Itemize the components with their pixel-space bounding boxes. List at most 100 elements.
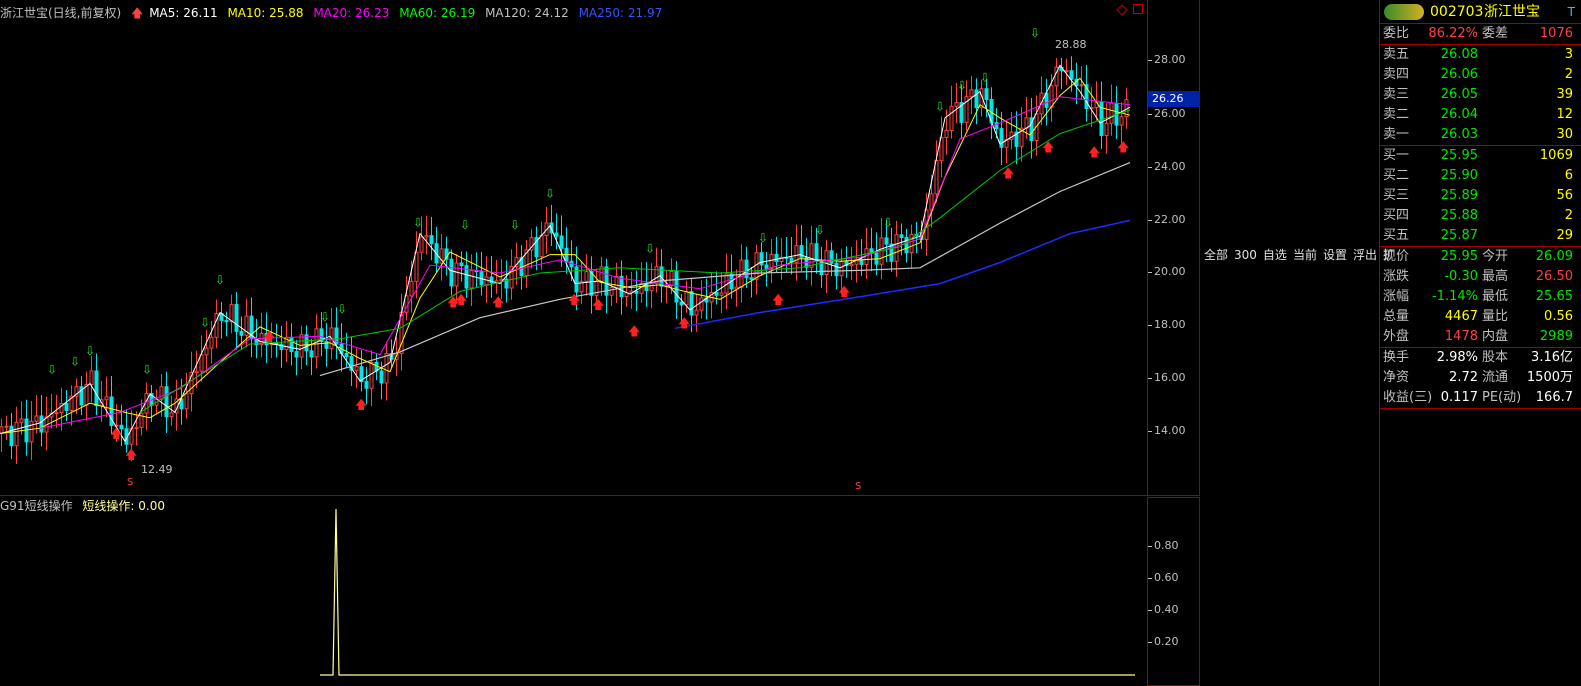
candle-body — [559, 235, 564, 249]
candle-body — [209, 336, 214, 349]
stat-row-value: -0.30 — [1444, 269, 1478, 284]
buy-signal-icon: 🡅 — [110, 427, 122, 441]
fund-row-value: 2.72 — [1449, 370, 1478, 385]
price-chart[interactable]: 浙江世宝(日线,前复权) 🡅 MA5: 26.11 MA10: 25.88 MA… — [0, 0, 1148, 496]
sell-row-label: 卖一 — [1383, 127, 1410, 142]
stat-row-label2: 量比 — [1482, 309, 1509, 324]
candle-body — [164, 386, 169, 418]
candle-body — [89, 370, 94, 386]
candle-body — [344, 353, 349, 358]
buy-signal-icon: 🡅 — [263, 329, 275, 343]
sell-row-label: 卖三 — [1383, 87, 1410, 102]
stat-row-label2: 最低 — [1482, 289, 1509, 304]
fund-row-label: 净资 — [1383, 370, 1410, 385]
candle-body — [609, 286, 614, 296]
candle-body — [849, 263, 854, 267]
candle-body — [354, 366, 359, 371]
fund-row-label2: 流通 — [1482, 370, 1509, 385]
link-all[interactable]: 全部 — [1204, 248, 1228, 262]
buy-row-value: 25.89 — [1440, 188, 1478, 203]
candle-body — [194, 370, 199, 374]
stat-row-value2: 0.56 — [1544, 309, 1573, 324]
link-float[interactable]: 浮出 — [1353, 248, 1377, 262]
stat-row: 涨跌 -0.30 最高 26.50 — [1380, 267, 1581, 287]
weibi-value: 86.22% — [1428, 26, 1478, 41]
t-badge: T — [1567, 5, 1575, 19]
candle-body — [884, 237, 889, 245]
sub-y-tick: 0.80 — [1148, 539, 1179, 552]
candle-body — [469, 270, 474, 289]
link-current[interactable]: 当前 — [1293, 248, 1317, 262]
stat-row-value2: 26.50 — [1535, 269, 1573, 284]
indicator-chart[interactable]: G91短线操作 短线操作: 0.00 — [0, 497, 1148, 686]
link-settings[interactable]: 设置 — [1323, 248, 1347, 262]
quote-panel: 002703 浙江世宝 T 委比 86.22% 委差 1076 卖五 26.08 3… — [1380, 0, 1581, 686]
fund-row: 净资 2.72 流通 1500万 — [1380, 368, 1581, 388]
indicator-line — [320, 508, 1135, 676]
candle-body — [589, 271, 594, 296]
buy-signal-icon: 🡅 — [568, 292, 580, 306]
candle-body — [769, 253, 774, 269]
buy-signal-icon: 🡅 — [772, 292, 784, 306]
buy-signal-icon: 🡅 — [1088, 145, 1100, 159]
sell-row: 卖四 26.06 2 — [1380, 65, 1581, 85]
candle-body — [974, 89, 979, 109]
y-tick: 18.00 — [1148, 318, 1186, 331]
sell-signal-icon: ⇩ — [142, 363, 152, 377]
link-300[interactable]: 300 — [1234, 248, 1257, 262]
candle-body — [54, 412, 59, 415]
stock-code: 002703 — [1430, 4, 1484, 20]
candle-body — [199, 354, 204, 372]
buy-signal-icon: 🡅 — [1117, 140, 1129, 154]
sub-y-tick: 0.40 — [1148, 603, 1179, 616]
buy-row-value: 25.88 — [1440, 208, 1478, 223]
stat-row-label: 外盘 — [1383, 329, 1410, 344]
y-tick: 24.00 — [1148, 160, 1186, 173]
buy-volume: 56 — [1556, 188, 1573, 203]
buy-signal-icon: 🡅 — [628, 324, 640, 338]
sell-row: 卖五 26.08 3 — [1380, 45, 1581, 65]
fund-row-value: 2.98% — [1436, 350, 1478, 365]
fund-row-value2: 166.7 — [1535, 390, 1573, 405]
candle-body — [409, 280, 414, 297]
sell-row-value: 26.06 — [1440, 67, 1478, 82]
candle-body — [1049, 85, 1054, 108]
candle-body — [459, 262, 464, 267]
candle-body — [169, 412, 174, 418]
candle-body — [1069, 70, 1074, 80]
sell-signal-icon: ⇩ — [200, 315, 210, 329]
sell-row-label: 卖二 — [1383, 107, 1410, 122]
buy-row: 买三 25.89 56 — [1380, 186, 1581, 206]
candle-body — [614, 275, 619, 288]
fund-row: 换手 2.98% 股本 3.16亿 — [1380, 348, 1581, 368]
stat-row-label2: 今开 — [1482, 249, 1509, 264]
sell-volume: 30 — [1556, 127, 1573, 142]
buy-volume: 1069 — [1539, 148, 1573, 163]
weibi-row: 委比 86.22% 委差 1076 — [1380, 24, 1581, 44]
candle-body — [4, 425, 9, 428]
stat-row: 外盘 1478 内盘 2989 — [1380, 327, 1581, 347]
candle-body — [449, 258, 454, 287]
high-price-label: 28.88 — [1055, 38, 1087, 51]
candle-body — [239, 330, 244, 336]
candle-body — [814, 243, 819, 261]
low-price-label: 12.49 — [141, 463, 173, 476]
candle-body — [159, 386, 164, 400]
fund-row-label2: PE(动) — [1482, 390, 1522, 405]
candle-body — [424, 235, 429, 238]
candlestick-plot: 🡅🡅🡅🡅🡅🡅 🡅 🡅 🡅🡅🡅🡅🡅🡅🡅 🡅 🡅⇩⇩⇩⇩⇩⇩⇩⇩⇩ ⇩ ⇩⇩⇩⇩⇩⇩⇩⇩⇩⇩ — [0, 26, 1131, 465]
candle-body — [714, 291, 719, 296]
buy-signal-icon: 🡅 — [1042, 140, 1054, 154]
price-axis: 28.00 26.00 24.00 22.00 20.00 18.00 16.0… — [1148, 0, 1200, 496]
buy-signal-icon: 🡅 — [492, 295, 504, 309]
candle-body — [9, 425, 14, 447]
stat-row-value2: 25.65 — [1535, 289, 1573, 304]
buy-signal-icon: 🡅 — [125, 448, 137, 462]
candle-body — [1119, 116, 1124, 126]
stat-row-value2: 26.09 — [1535, 249, 1573, 264]
candle-body — [289, 337, 294, 353]
link-watchlist[interactable]: 自选 — [1263, 248, 1287, 262]
candle-body — [484, 276, 489, 286]
stat-row-value: 4467 — [1444, 309, 1478, 324]
fund-row: 收益(三) 0.117 PE(动) 166.7 — [1380, 388, 1581, 408]
